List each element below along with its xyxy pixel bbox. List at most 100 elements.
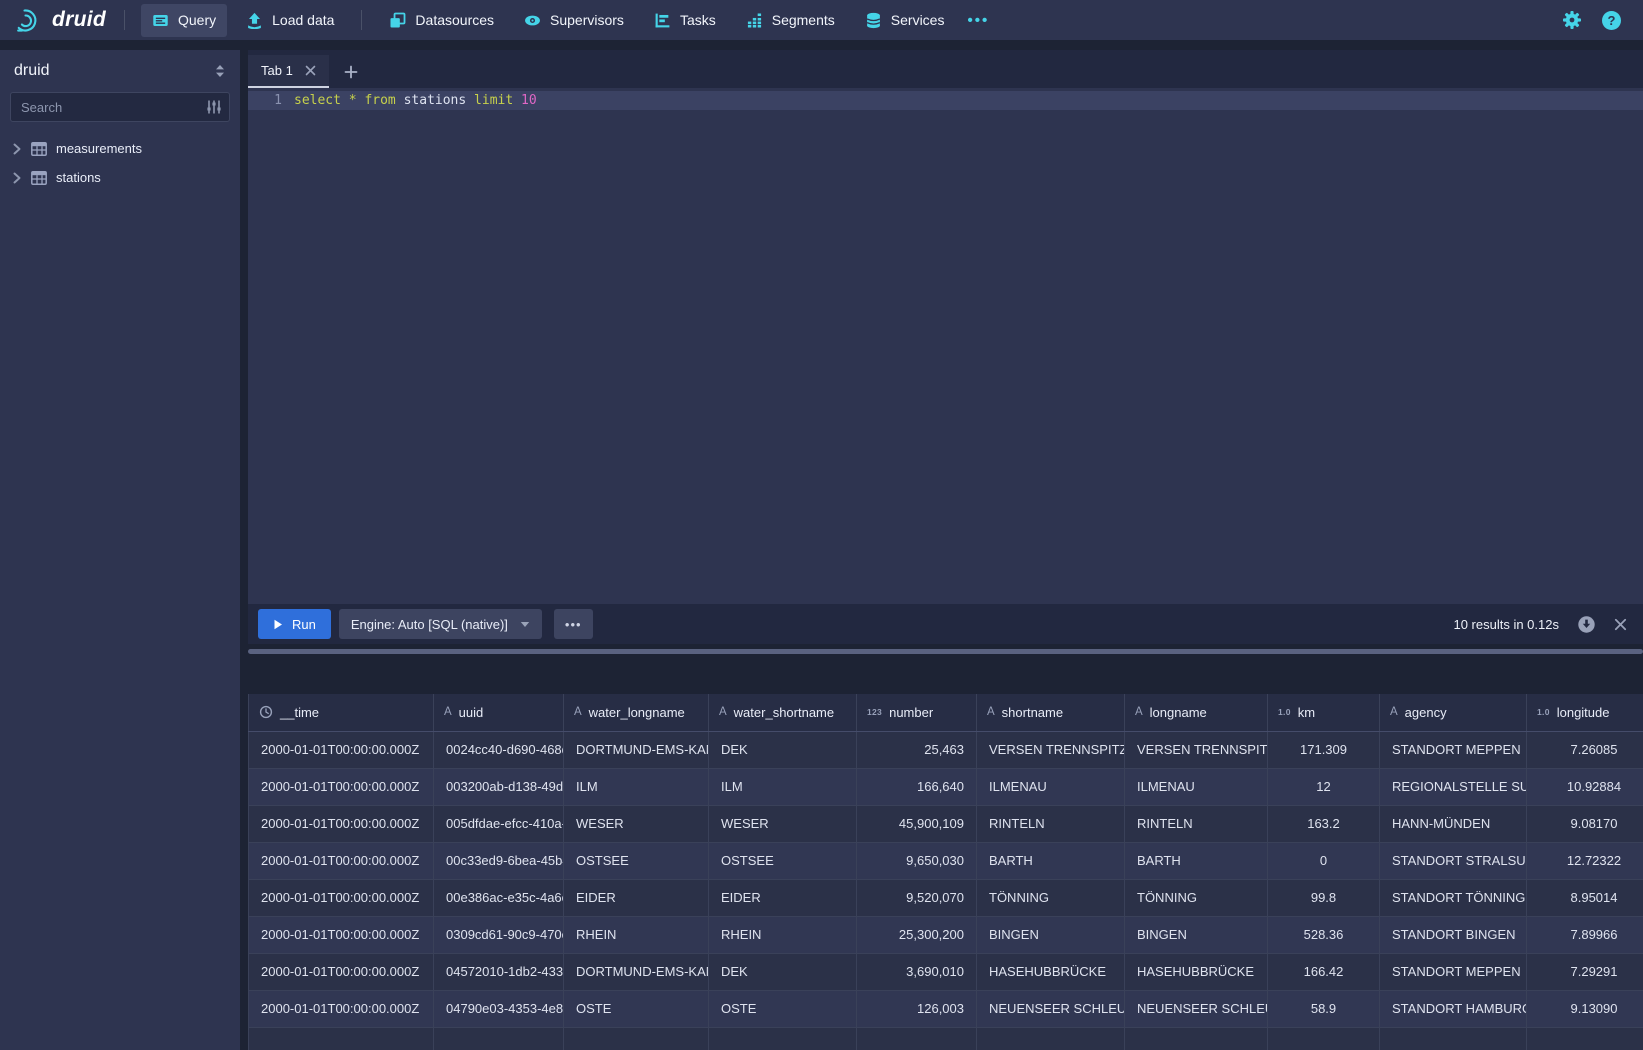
cell-number[interactable]: 25,300,200	[857, 916, 977, 953]
filter-sliders-icon[interactable]	[206, 99, 222, 115]
cell-uuid[interactable]: 005dfdae-efcc-410a-bf1	[434, 805, 564, 842]
cell-water_longname[interactable]: OSTE	[564, 990, 709, 1027]
cell-longname[interactable]: BARTH	[1125, 842, 1268, 879]
cell-water_longname[interactable]: OSTSEE	[564, 842, 709, 879]
cell-longname[interactable]: TÖNNING	[1125, 879, 1268, 916]
cell-__time[interactable]: 2000-01-01T00:00:00.000Z	[249, 768, 434, 805]
column-header-agency[interactable]: Aagency	[1380, 694, 1527, 731]
sql-editor[interactable]: 1 select * from stations limit 10	[248, 88, 1643, 604]
scrollbar-thumb[interactable]	[248, 649, 1643, 654]
cell-water_longname[interactable]: RHEIN	[564, 916, 709, 953]
help-icon[interactable]: ?	[1602, 11, 1621, 30]
cell-__time[interactable]: 2000-01-01T00:00:00.000Z	[249, 916, 434, 953]
nav-item-datasources[interactable]: Datasources	[378, 4, 505, 37]
cell-water_shortname[interactable]: WESER	[709, 805, 857, 842]
column-header-water_longname[interactable]: Awater_longname	[564, 694, 709, 731]
cell-longitude[interactable]: 9.08170	[1527, 805, 1643, 842]
cell-water_shortname[interactable]: OSTSEE	[709, 842, 857, 879]
cell-water_longname[interactable]: DORTMUND-EMS-KANA	[564, 953, 709, 990]
close-tab-icon[interactable]	[305, 65, 316, 76]
download-icon[interactable]	[1577, 615, 1596, 634]
cell-longitude[interactable]: 10.92884	[1527, 768, 1643, 805]
column-header-longitude[interactable]: 1.0longitude	[1527, 694, 1643, 731]
add-tab-icon[interactable]	[329, 55, 373, 88]
cell-water_shortname[interactable]: DEK	[709, 953, 857, 990]
cell-__time[interactable]: 2000-01-01T00:00:00.000Z	[249, 990, 434, 1027]
cell-agency[interactable]: STANDORT BINGEN	[1380, 916, 1527, 953]
nav-item-tasks[interactable]: Tasks	[643, 4, 727, 37]
cell-shortname[interactable]: NEUENSEER SCHLEUSEN	[977, 990, 1125, 1027]
engine-select[interactable]: Engine: Auto [SQL (native)]	[339, 609, 542, 639]
cell-uuid[interactable]: 0024cc40-d690-468d-84	[434, 731, 564, 768]
cell-shortname[interactable]: TÖNNING	[977, 879, 1125, 916]
sidebar-table-item[interactable]: measurements	[10, 134, 230, 163]
cell-number[interactable]: 9,520,070	[857, 879, 977, 916]
cell-water_shortname[interactable]: ILM	[709, 768, 857, 805]
column-header-shortname[interactable]: Ashortname	[977, 694, 1125, 731]
cell-__time[interactable]: 2000-01-01T00:00:00.000Z	[249, 731, 434, 768]
nav-item-supervisors[interactable]: Supervisors	[513, 4, 635, 37]
cell-shortname[interactable]: BINGEN	[977, 916, 1125, 953]
druid-brand[interactable]: druid	[10, 7, 112, 34]
close-results-icon[interactable]	[1614, 618, 1627, 631]
cell-__time[interactable]: 2000-01-01T00:00:00.000Z	[249, 953, 434, 990]
cell-longname[interactable]: BINGEN	[1125, 916, 1268, 953]
nav-item-segments[interactable]: Segments	[735, 4, 846, 37]
cell-__time[interactable]: 2000-01-01T00:00:00.000Z	[249, 805, 434, 842]
cell-water_shortname[interactable]: DEK	[709, 731, 857, 768]
cell-longitude[interactable]: 7.89966	[1527, 916, 1643, 953]
column-header-number[interactable]: 123number	[857, 694, 977, 731]
cell-number[interactable]: 25,463	[857, 731, 977, 768]
nav-item-services[interactable]: Services	[854, 4, 956, 37]
cell-number[interactable]: 166,640	[857, 768, 977, 805]
tab-1[interactable]: Tab 1	[248, 55, 329, 88]
cell-shortname[interactable]: VERSEN TRENNSPITZE	[977, 731, 1125, 768]
cell-agency[interactable]: STANDORT MEPPEN	[1380, 731, 1527, 768]
cell-km[interactable]: 528.36	[1268, 916, 1380, 953]
cell-km[interactable]: 171.309	[1268, 731, 1380, 768]
cell-longitude[interactable]: 7.26085	[1527, 731, 1643, 768]
cell-agency[interactable]: STANDORT TÖNNING	[1380, 879, 1527, 916]
cell-water_longname[interactable]: ILM	[564, 768, 709, 805]
column-header-longname[interactable]: Alongname	[1125, 694, 1268, 731]
cell-agency[interactable]: STANDORT HAMBURG	[1380, 990, 1527, 1027]
cell-longname[interactable]: NEUENSEER SCHLEUSEN	[1125, 990, 1268, 1027]
cell-uuid[interactable]: 04572010-1db2-4338-85	[434, 953, 564, 990]
cell-water_longname[interactable]: EIDER	[564, 879, 709, 916]
search-input[interactable]	[10, 92, 230, 122]
cell-__time[interactable]: 2000-01-01T00:00:00.000Z	[249, 842, 434, 879]
cell-number[interactable]: 126,003	[857, 990, 977, 1027]
cell-longitude[interactable]: 12.72322	[1527, 842, 1643, 879]
cell-longname[interactable]: RINTELN	[1125, 805, 1268, 842]
column-header-water_shortname[interactable]: Awater_shortname	[709, 694, 857, 731]
cell-uuid[interactable]: 003200ab-d138-49d9-aa	[434, 768, 564, 805]
cell-agency[interactable]: STANDORT MEPPEN	[1380, 953, 1527, 990]
cell-shortname[interactable]: HASEHUBBRÜCKE	[977, 953, 1125, 990]
cell-uuid[interactable]: 04790e03-4353-4e80-be	[434, 990, 564, 1027]
cell-water_longname[interactable]: DORTMUND-EMS-KANA	[564, 731, 709, 768]
cell-km[interactable]: 0	[1268, 842, 1380, 879]
column-header-uuid[interactable]: Auuid	[434, 694, 564, 731]
cell-number[interactable]: 3,690,010	[857, 953, 977, 990]
cell-uuid[interactable]: 00e386ac-e35c-4a6e-80	[434, 879, 564, 916]
cell-km[interactable]: 12	[1268, 768, 1380, 805]
cell-longitude[interactable]: 7.29291	[1527, 953, 1643, 990]
cell-shortname[interactable]: BARTH	[977, 842, 1125, 879]
cell-longname[interactable]: HASEHUBBRÜCKE	[1125, 953, 1268, 990]
run-button[interactable]: Run	[258, 609, 331, 639]
cell-water_shortname[interactable]: OSTE	[709, 990, 857, 1027]
cell-number[interactable]: 9,650,030	[857, 842, 977, 879]
cell-km[interactable]: 58.9	[1268, 990, 1380, 1027]
schema-selector[interactable]: druid	[10, 60, 230, 92]
cell-agency[interactable]: REGIONALSTELLE SUHL	[1380, 768, 1527, 805]
nav-more-icon[interactable]: •••	[959, 12, 997, 29]
cell-number[interactable]: 45,900,109	[857, 805, 977, 842]
cell-agency[interactable]: HANN-MÜNDEN	[1380, 805, 1527, 842]
cell-__time[interactable]: 2000-01-01T00:00:00.000Z	[249, 879, 434, 916]
column-header-__time[interactable]: __time	[249, 694, 434, 731]
sidebar-table-item[interactable]: stations	[10, 163, 230, 192]
cell-longitude[interactable]: 8.95014	[1527, 879, 1643, 916]
settings-gear-icon[interactable]	[1562, 10, 1582, 30]
cell-uuid[interactable]: 0309cd61-90c9-470e-99	[434, 916, 564, 953]
cell-water_shortname[interactable]: EIDER	[709, 879, 857, 916]
